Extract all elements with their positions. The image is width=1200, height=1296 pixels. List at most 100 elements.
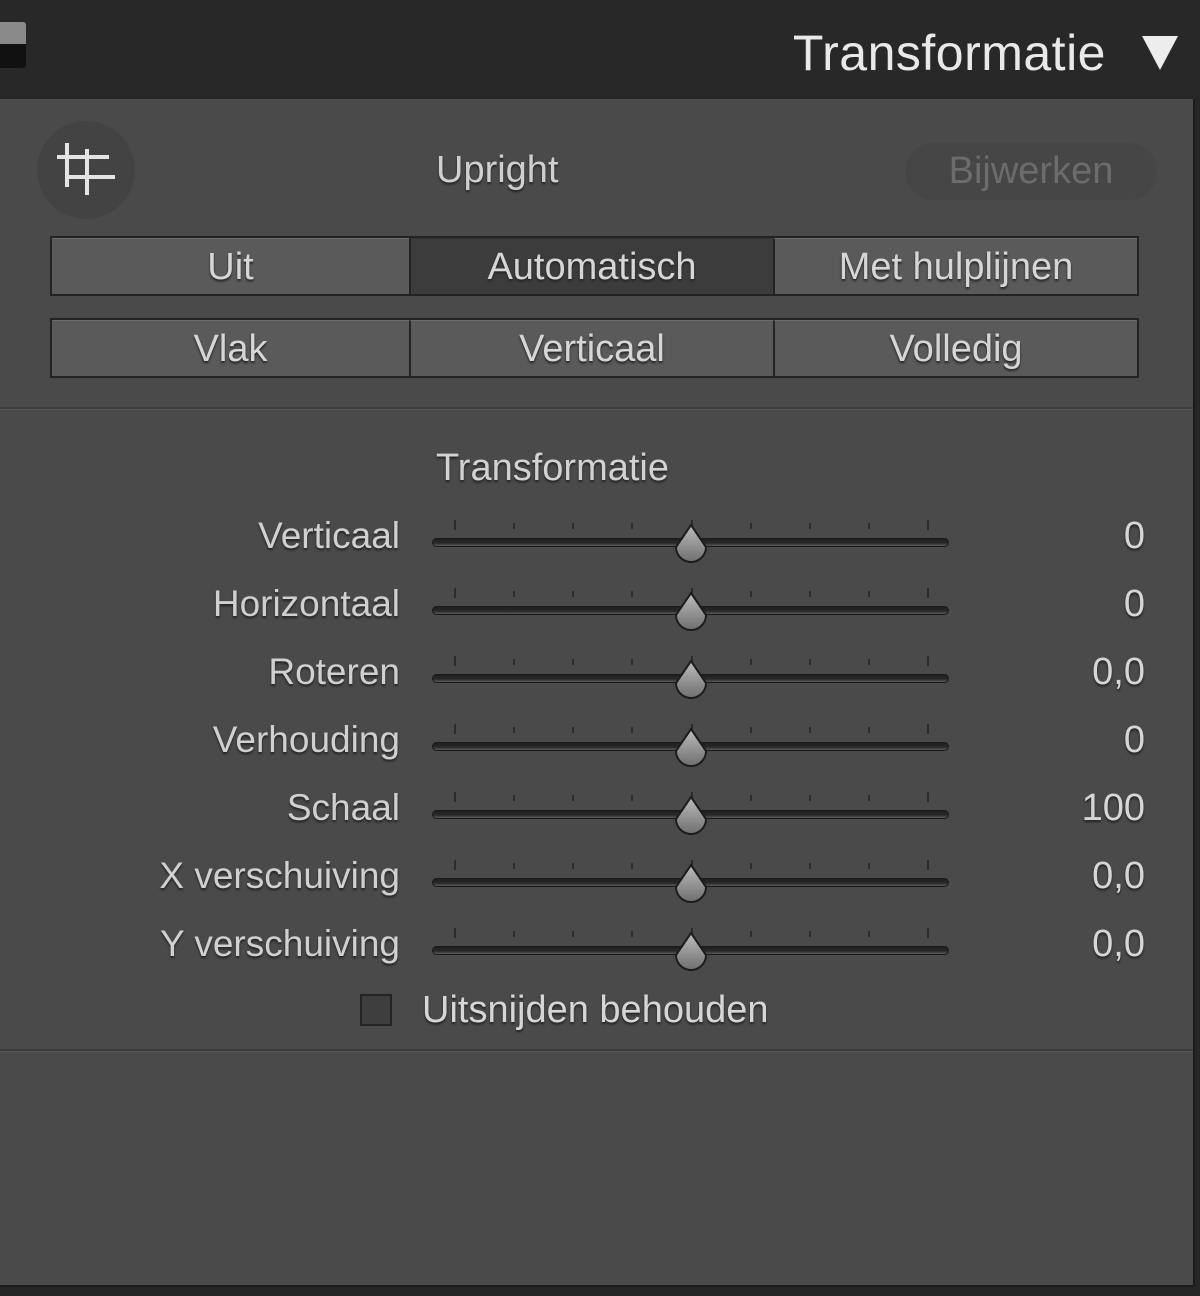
slider-value[interactable]: 0 — [1124, 719, 1145, 762]
slider-tick — [749, 659, 752, 665]
slider-row-rotate: Roteren 0,0 — [0, 643, 1193, 703]
slider-tick — [631, 727, 634, 733]
slider-tick — [631, 863, 634, 869]
slider-row-aspect: Verhouding 0 — [0, 711, 1193, 771]
slider-tick — [808, 931, 811, 937]
slider-tick — [454, 792, 456, 802]
slider-tick — [513, 591, 516, 597]
transform-section-title: Transformatie — [436, 447, 669, 489]
panel-title: Transformatie — [792, 25, 1106, 81]
aspect-slider-thumb[interactable] — [673, 727, 709, 771]
slider-tick — [454, 588, 456, 598]
slider-tick — [808, 523, 811, 529]
constrain-crop-label[interactable]: Uitsnijden behouden — [422, 989, 769, 1032]
slider-tick — [927, 656, 929, 666]
vertical-slider-thumb[interactable] — [673, 523, 709, 567]
slider-tick — [513, 795, 516, 801]
slider-label: Verticaal — [258, 515, 400, 556]
slider-tick — [572, 727, 575, 733]
update-button[interactable]: Bijwerken — [905, 143, 1157, 200]
slider-tick — [808, 863, 811, 869]
slider-tick — [572, 659, 575, 665]
triangle-down-icon[interactable] — [1142, 36, 1178, 70]
slider-value[interactable]: 0 — [1124, 583, 1145, 626]
slider-tick — [454, 860, 456, 870]
slider-label: X verschuiving — [159, 855, 400, 896]
slider-row-x-offset: X verschuiving 0,0 — [0, 847, 1193, 907]
slider-tick — [749, 795, 752, 801]
slider-tick — [867, 659, 870, 665]
slider-tick — [867, 591, 870, 597]
upright-mode-level-button[interactable]: Vlak — [52, 320, 409, 376]
slider-row-y-offset: Y verschuiving 0,0 — [0, 915, 1193, 975]
crop-grid-icon[interactable] — [37, 121, 135, 219]
slider-tick — [631, 591, 634, 597]
upright-mode-full-button[interactable]: Volledig — [773, 320, 1137, 376]
slider-value[interactable]: 0 — [1124, 515, 1145, 558]
slider-tick — [808, 795, 811, 801]
rotate-slider-thumb[interactable] — [673, 659, 709, 703]
slider-row-vertical: Verticaal 0 — [0, 507, 1193, 567]
slider-tick — [749, 591, 752, 597]
section-divider — [0, 1049, 1193, 1052]
slider-value[interactable]: 0,0 — [1092, 855, 1145, 898]
slider-tick — [808, 659, 811, 665]
slider-tick — [572, 523, 575, 529]
upright-mode-auto-button[interactable]: Automatisch — [409, 238, 773, 294]
upright-mode-guided-button[interactable]: Met hulplijnen — [773, 238, 1137, 294]
slider-tick — [631, 523, 634, 529]
slider-value[interactable]: 0,0 — [1092, 923, 1145, 966]
slider-tick — [927, 860, 929, 870]
slider-tick — [631, 659, 634, 665]
slider-tick — [749, 523, 752, 529]
slider-tick — [927, 792, 929, 802]
horizontal-slider-thumb[interactable] — [673, 591, 709, 635]
slider-tick — [572, 931, 575, 937]
slider-tick — [454, 656, 456, 666]
slider-value[interactable]: 100 — [1082, 787, 1145, 830]
slider-label: Horizontaal — [212, 583, 400, 624]
slider-value[interactable]: 0,0 — [1092, 651, 1145, 694]
upright-mode-row-2: Vlak Verticaal Volledig — [50, 318, 1139, 378]
slider-tick — [867, 931, 870, 937]
slider-tick — [808, 727, 811, 733]
slider-tick — [927, 520, 929, 530]
slider-tick — [454, 520, 456, 530]
slider-tick — [513, 659, 516, 665]
slider-tick — [631, 795, 634, 801]
slider-tick — [454, 724, 456, 734]
slider-tick — [631, 931, 634, 937]
section-divider — [0, 407, 1193, 410]
slider-tick — [572, 591, 575, 597]
slider-tick — [454, 928, 456, 938]
slider-tick — [749, 863, 752, 869]
upright-mode-off-button[interactable]: Uit — [52, 238, 409, 294]
constrain-crop-checkbox[interactable] — [360, 994, 392, 1026]
slider-row-horizontal: Horizontaal 0 — [0, 575, 1193, 635]
upright-mode-row-1: Uit Automatisch Met hulplijnen — [50, 236, 1139, 296]
upright-mode-vertical-button[interactable]: Verticaal — [409, 320, 773, 376]
x-offset-slider-thumb[interactable] — [673, 863, 709, 907]
slider-tick — [927, 724, 929, 734]
slider-tick — [513, 931, 516, 937]
slider-row-scale: Schaal 100 — [0, 779, 1193, 839]
transform-panel-body: Upright Bijwerken Uit Automatisch Met hu… — [0, 99, 1195, 1287]
slider-tick — [927, 588, 929, 598]
slider-tick — [513, 727, 516, 733]
slider-tick — [927, 928, 929, 938]
slider-tick — [513, 523, 516, 529]
upright-label: Upright — [436, 149, 559, 191]
slider-tick — [867, 863, 870, 869]
slider-tick — [749, 931, 752, 937]
scale-slider-thumb[interactable] — [673, 795, 709, 839]
slider-tick — [867, 795, 870, 801]
panel-switch-toggle[interactable] — [0, 22, 26, 68]
transform-panel-window: Transformatie Upright Bijwerken Uit Auto… — [0, 0, 1200, 1296]
slider-tick — [572, 863, 575, 869]
panel-header[interactable]: Transformatie — [0, 0, 1200, 97]
slider-label: Verhouding — [212, 719, 400, 760]
slider-tick — [749, 727, 752, 733]
y-offset-slider-thumb[interactable] — [673, 931, 709, 975]
slider-tick — [867, 523, 870, 529]
slider-label: Schaal — [286, 787, 400, 828]
